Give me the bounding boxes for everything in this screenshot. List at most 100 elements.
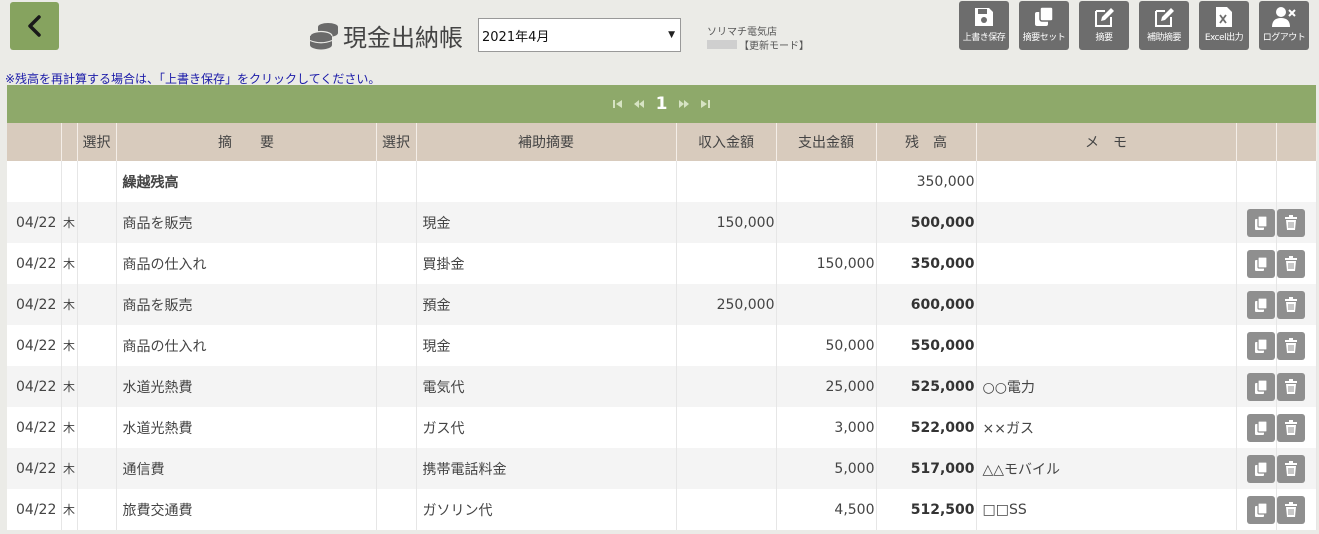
table-row[interactable]: 04/22 木 水道光熱費 ガス代 3,000 522,000 ××ガス: [7, 407, 1317, 448]
row-memo[interactable]: [976, 325, 1237, 366]
row-summary[interactable]: 旅費交通費: [116, 489, 377, 530]
row-select-sub[interactable]: [376, 202, 417, 243]
table-row[interactable]: 04/22 木 通信費 携帯電話料金 5,000 517,000 △△モバイル: [7, 448, 1317, 489]
row-income[interactable]: [676, 366, 777, 407]
copy-row-button[interactable]: [1246, 454, 1275, 483]
row-select-sub[interactable]: [376, 366, 417, 407]
copy-row-button[interactable]: [1246, 331, 1275, 360]
row-date[interactable]: 04/22: [7, 325, 62, 366]
row-expense[interactable]: 25,000: [776, 366, 877, 407]
row-sub-summary[interactable]: 電気代: [416, 366, 677, 407]
row-sub-summary[interactable]: 携帯電話料金: [416, 448, 677, 489]
row-expense[interactable]: [776, 284, 877, 325]
row-select-summary[interactable]: [77, 202, 117, 243]
delete-row-button[interactable]: [1276, 372, 1305, 401]
row-expense[interactable]: 50,000: [776, 325, 877, 366]
row-sub-summary[interactable]: ガス代: [416, 407, 677, 448]
row-memo[interactable]: ××ガス: [976, 407, 1237, 448]
copy-row-button[interactable]: [1246, 249, 1275, 278]
copy-row-button[interactable]: [1246, 413, 1275, 442]
table-row[interactable]: 04/22 木 旅費交通費 ガソリン代 4,500 512,500 □□SS: [7, 489, 1317, 530]
delete-row-button[interactable]: [1276, 454, 1305, 483]
logout-button[interactable]: ログアウト: [1259, 1, 1309, 50]
row-memo[interactable]: △△モバイル: [976, 448, 1237, 489]
sub-summary-button[interactable]: 補助摘要: [1139, 1, 1189, 50]
row-select-sub[interactable]: [376, 284, 417, 325]
row-memo[interactable]: [976, 284, 1237, 325]
row-income[interactable]: [676, 407, 777, 448]
delete-row-button[interactable]: [1276, 290, 1305, 319]
summary-button[interactable]: 摘要: [1079, 1, 1129, 50]
save-button[interactable]: 上書き保存: [959, 1, 1009, 50]
row-sub-summary[interactable]: 預金: [416, 284, 677, 325]
row-income[interactable]: [676, 243, 777, 284]
row-select-summary[interactable]: [77, 366, 117, 407]
copy-row-button[interactable]: [1246, 208, 1275, 237]
row-date[interactable]: 04/22: [7, 366, 62, 407]
row-select-summary[interactable]: [77, 448, 117, 489]
row-date[interactable]: 04/22: [7, 284, 62, 325]
prev-page-icon[interactable]: [633, 99, 645, 109]
row-summary[interactable]: 水道光熱費: [116, 407, 377, 448]
row-expense[interactable]: 5,000: [776, 448, 877, 489]
row-sub-summary[interactable]: 現金: [416, 202, 677, 243]
row-income[interactable]: [676, 489, 777, 530]
row-select-sub[interactable]: [376, 243, 417, 284]
delete-row-button[interactable]: [1276, 331, 1305, 360]
row-select-summary[interactable]: [77, 243, 117, 284]
delete-row-button[interactable]: [1276, 413, 1305, 442]
row-date[interactable]: 04/22: [7, 448, 62, 489]
row-sub-summary[interactable]: ガソリン代: [416, 489, 677, 530]
table-row[interactable]: 04/22 木 商品の仕入れ 買掛金 150,000 350,000: [7, 243, 1317, 284]
table-row[interactable]: 04/22 木 商品を販売 現金 150,000 500,000: [7, 202, 1317, 243]
summary-set-button[interactable]: 摘要セット: [1019, 1, 1069, 50]
row-expense[interactable]: 150,000: [776, 243, 877, 284]
row-select-sub[interactable]: [376, 407, 417, 448]
row-date[interactable]: 04/22: [7, 202, 62, 243]
row-income[interactable]: [676, 325, 777, 366]
first-page-icon[interactable]: [612, 99, 623, 109]
row-expense[interactable]: [776, 202, 877, 243]
row-select-summary[interactable]: [77, 284, 117, 325]
row-income[interactable]: 250,000: [676, 284, 777, 325]
row-income[interactable]: 150,000: [676, 202, 777, 243]
copy-row-button[interactable]: [1246, 372, 1275, 401]
row-summary[interactable]: 商品を販売: [116, 284, 377, 325]
row-summary[interactable]: 商品の仕入れ: [116, 325, 377, 366]
row-select-sub[interactable]: [376, 489, 417, 530]
table-row[interactable]: 04/22 木 商品を販売 預金 250,000 600,000: [7, 284, 1317, 325]
row-select-summary[interactable]: [77, 489, 117, 530]
row-sub-summary[interactable]: 現金: [416, 325, 677, 366]
excel-export-button[interactable]: Excel出力: [1199, 1, 1249, 50]
row-memo[interactable]: □□SS: [976, 489, 1237, 530]
row-sub-summary[interactable]: 買掛金: [416, 243, 677, 284]
row-date[interactable]: 04/22: [7, 243, 62, 284]
row-select-sub[interactable]: [376, 448, 417, 489]
copy-row-button[interactable]: [1246, 495, 1275, 524]
delete-row-button[interactable]: [1276, 208, 1305, 237]
row-select-summary[interactable]: [77, 325, 117, 366]
month-select[interactable]: 2021年4月 ▼: [478, 18, 681, 52]
delete-row-button[interactable]: [1276, 249, 1305, 278]
row-memo[interactable]: ○○電力: [976, 366, 1237, 407]
back-button[interactable]: [10, 2, 59, 50]
row-memo[interactable]: [976, 243, 1237, 284]
last-page-icon[interactable]: [700, 99, 711, 109]
row-summary[interactable]: 水道光熱費: [116, 366, 377, 407]
row-income[interactable]: [676, 448, 777, 489]
row-expense[interactable]: 4,500: [776, 489, 877, 530]
row-expense[interactable]: 3,000: [776, 407, 877, 448]
row-date[interactable]: 04/22: [7, 489, 62, 530]
table-row[interactable]: 04/22 木 水道光熱費 電気代 25,000 525,000 ○○電力: [7, 366, 1317, 407]
row-summary[interactable]: 通信費: [116, 448, 377, 489]
row-date[interactable]: 04/22: [7, 407, 62, 448]
row-select-summary[interactable]: [77, 407, 117, 448]
row-summary[interactable]: 商品を販売: [116, 202, 377, 243]
delete-row-button[interactable]: [1276, 495, 1305, 524]
row-select-sub[interactable]: [376, 325, 417, 366]
next-page-icon[interactable]: [678, 99, 690, 109]
row-memo[interactable]: [976, 202, 1237, 243]
row-summary[interactable]: 商品の仕入れ: [116, 243, 377, 284]
table-row[interactable]: 04/22 木 商品の仕入れ 現金 50,000 550,000: [7, 325, 1317, 366]
copy-row-button[interactable]: [1246, 290, 1275, 319]
